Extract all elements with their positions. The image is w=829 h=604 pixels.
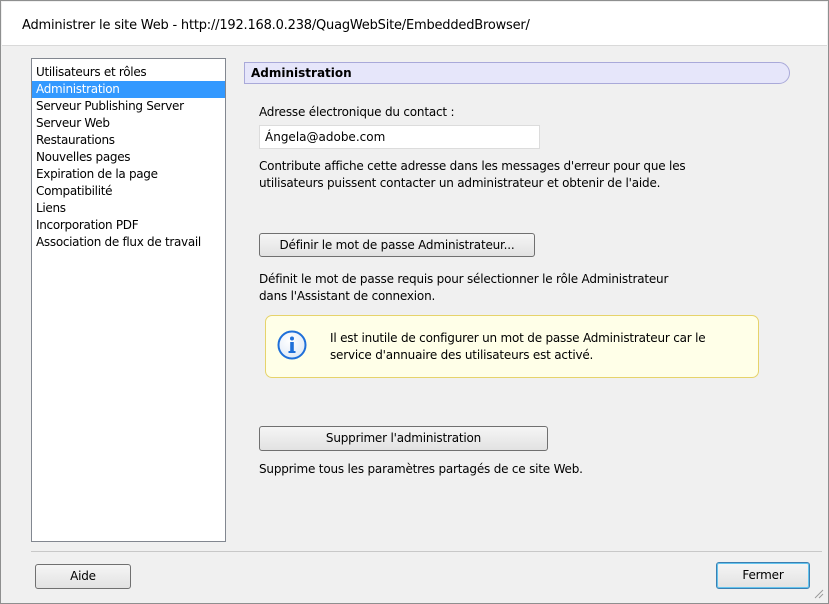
footer-separator	[31, 551, 822, 552]
info-message-box: Il est inutile de configurer un mot de p…	[265, 315, 759, 378]
contact-email-input[interactable]: Ángela@adobe.com	[259, 125, 540, 149]
help-button[interactable]: Aide	[35, 564, 131, 589]
category-item-page-expiration[interactable]: Expiration de la page	[32, 166, 225, 183]
category-item-pdf-embedding[interactable]: Incorporation PDF	[32, 217, 225, 234]
category-item-new-pages[interactable]: Nouvelles pages	[32, 149, 225, 166]
contact-desc-line-2: utilisateurs puissent contacter un admin…	[259, 176, 661, 190]
set-admin-password-button[interactable]: Définir le mot de passe Administrateur..…	[259, 233, 535, 257]
window-title: Administrer le site Web - http://192.168…	[22, 18, 530, 33]
info-message-text: Il est inutile de configurer un mot de p…	[330, 330, 750, 364]
close-button[interactable]: Fermer	[716, 562, 810, 589]
category-item-administration[interactable]: Administration	[32, 81, 225, 98]
category-item-rollbacks[interactable]: Restaurations	[32, 132, 225, 149]
remove-administration-button[interactable]: Supprimer l'administration	[259, 426, 548, 451]
category-item-workflow[interactable]: Association de flux de travail	[32, 234, 225, 251]
section-title: Administration	[244, 62, 790, 84]
password-desc-line-1: Définit le mot de passe requis pour séle…	[259, 272, 669, 286]
contact-desc-line-1: Contribute affiche cette adresse dans le…	[259, 159, 686, 173]
category-item-compatibility[interactable]: Compatibilité	[32, 183, 225, 200]
password-description: Définit le mot de passe requis pour séle…	[259, 271, 668, 305]
dialog-window: Administrer le site Web - http://192.168…	[0, 0, 829, 604]
category-item-users-roles[interactable]: Utilisateurs et rôles	[32, 64, 225, 81]
category-item-web-server[interactable]: Serveur Web	[32, 115, 225, 132]
category-item-links[interactable]: Liens	[32, 200, 225, 217]
remove-description: Supprime tous les paramètres partagés de…	[259, 462, 583, 476]
contact-email-label: Adresse électronique du contact :	[259, 105, 455, 119]
info-line-1: Il est inutile de configurer un mot de p…	[330, 331, 706, 345]
info-icon	[277, 330, 307, 360]
password-desc-line-2: dans l'Assistant de connexion.	[259, 289, 436, 303]
category-list[interactable]: Utilisateurs et rôles Administration Ser…	[31, 58, 226, 542]
title-bar[interactable]: Administrer le site Web - http://192.168…	[2, 2, 827, 46]
category-item-publishing-server[interactable]: Serveur Publishing Server	[32, 98, 225, 115]
info-line-2: service d'annuaire des utilisateurs est …	[330, 348, 594, 362]
contact-email-description: Contribute affiche cette adresse dans le…	[259, 158, 686, 192]
resize-grip-icon[interactable]	[812, 587, 824, 599]
